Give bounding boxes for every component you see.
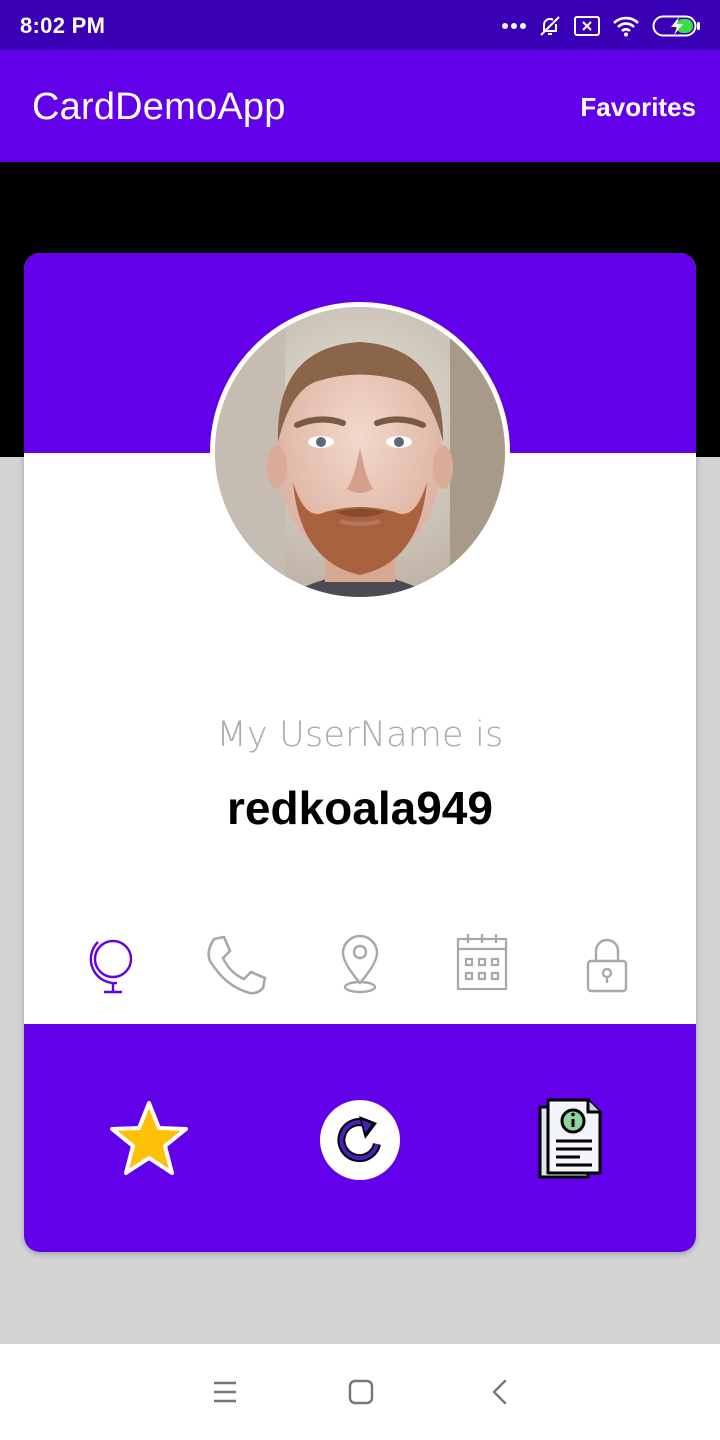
status-time: 8:02 PM [20,13,106,38]
favorite-star-icon[interactable] [108,1099,190,1179]
home-icon[interactable] [341,1372,381,1412]
navigation-bar [0,1344,720,1440]
refresh-icon[interactable] [319,1099,401,1181]
username-value: redkoala949 [227,782,493,834]
phone-icon[interactable] [200,931,270,1001]
avatar [210,302,510,602]
back-icon[interactable] [480,1372,520,1412]
location-pin-icon[interactable] [325,931,395,1001]
info-icon-row [24,931,696,1001]
app-bar: CardDemoApp Favorites [0,50,720,162]
battery-charging-icon [652,14,702,38]
profile-card: My UserName is redkoala949 [24,253,696,1252]
username-caption: My UserName is [216,715,504,755]
globe-icon[interactable] [77,931,147,1001]
notifications-off-icon [538,14,562,38]
menu-icon[interactable] [205,1372,245,1412]
card-actions [24,1024,696,1252]
app-title: CardDemoApp [32,86,286,128]
status-bar: 8:02 PM [0,0,720,50]
wifi-icon [612,15,640,37]
details-document-icon[interactable] [536,1097,606,1181]
favorites-button[interactable]: Favorites [580,92,696,123]
sim-x-icon [574,15,600,37]
calendar-icon[interactable] [448,931,518,1001]
lock-icon[interactable] [572,931,642,1001]
status-icons [502,12,702,40]
more-dots-icon [502,22,526,30]
